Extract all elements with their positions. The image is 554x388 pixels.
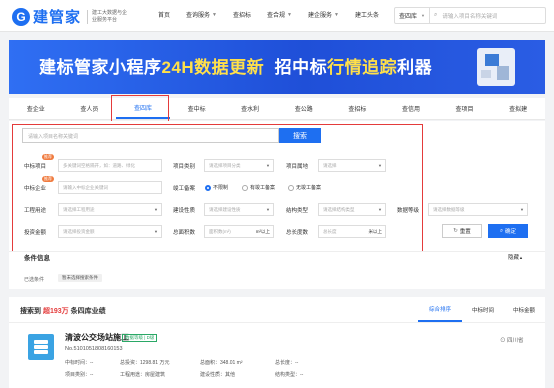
reset-button[interactable]: ↻ 重置 bbox=[442, 224, 482, 238]
confirm-button-label: 确定 bbox=[505, 229, 517, 235]
reset-button-label: 重置 bbox=[459, 229, 471, 235]
nav-headlines[interactable]: 建工头条 bbox=[347, 10, 387, 19]
tab-winning-bid[interactable]: 查中标 bbox=[170, 98, 224, 119]
banner-headline: 建标管家小程序24H数据更新 招中标行情追踪利器 bbox=[39, 53, 432, 78]
chevron-down-icon: ▼ bbox=[212, 11, 217, 18]
sort-bid-time[interactable]: 中标时间 bbox=[462, 298, 504, 322]
hide-conditions-toggle[interactable]: 隐藏▲ bbox=[508, 253, 523, 261]
tab-proposed[interactable]: 查拟建 bbox=[491, 98, 545, 119]
nav-tender[interactable]: 查招标 bbox=[225, 10, 259, 19]
result-investment: 总投资：1298.81 万元 bbox=[120, 360, 170, 366]
banner-text-1: 建标管家小程序 bbox=[39, 58, 162, 77]
result-length: 总长度：-- bbox=[275, 360, 299, 366]
condition-title: 条件信息 bbox=[24, 255, 50, 262]
logo[interactable]: G 建管家 建工大数据与企业服务平台 bbox=[12, 6, 127, 27]
result-number: No.5101051808160153 bbox=[65, 346, 123, 352]
nav-enterprise-service[interactable]: 建企服务 ▼ bbox=[300, 10, 347, 20]
tab-project[interactable]: 查项目 bbox=[438, 98, 492, 119]
logo-text: 建管家 bbox=[33, 9, 82, 26]
result-nature: 建设性质：其他 bbox=[200, 372, 236, 378]
results-number: 超193万 bbox=[42, 308, 69, 315]
data-level-badge: 数据等级 | D级 bbox=[122, 334, 158, 342]
selected-conditions-label: 已选条件 bbox=[24, 277, 45, 283]
tab-personnel[interactable]: 查人员 bbox=[63, 98, 117, 119]
top-search-box[interactable]: 查四库 ▼ ⌕ 请输入项目名称关键词 bbox=[394, 7, 546, 24]
top-navigation-bar: G 建管家 建工大数据与企业服务平台 首页 查询服务 ▼ 查招标 查合规 ▼ 建企服… bbox=[0, 0, 554, 32]
chevron-down-icon: ▼ bbox=[287, 11, 292, 18]
chevron-down-icon: ▼ bbox=[333, 11, 339, 18]
top-search-input[interactable]: 请输入项目名称关键词 bbox=[437, 12, 497, 20]
annotation-highlight-filters bbox=[12, 124, 423, 254]
chevron-down-icon: ▼ bbox=[520, 207, 524, 212]
chevron-down-icon: ▼ bbox=[421, 13, 425, 18]
banner-text-2: 24H数据更新 bbox=[161, 58, 265, 77]
tab-enterprise[interactable]: 查企业 bbox=[9, 98, 63, 119]
sort-bid-amount[interactable]: 中标金额 bbox=[504, 298, 544, 322]
results-prefix: 搜索到 bbox=[20, 308, 41, 315]
result-category: 项目类别：-- bbox=[65, 372, 94, 378]
search-icon: ⌕ bbox=[499, 227, 504, 234]
category-tabs: 查企业 查人员 查四库 查中标 查水利 查公路 查招标 查信用 查项目 查拟建 bbox=[9, 98, 545, 120]
results-suffix: 条四库业绩 bbox=[70, 308, 106, 315]
tab-tender[interactable]: 查招标 bbox=[331, 98, 385, 119]
banner-text-4: 行情追踪 bbox=[327, 58, 398, 77]
nav-compliance[interactable]: 查合规 ▼ bbox=[259, 10, 300, 20]
search-scope-label: 查四库 bbox=[399, 14, 418, 20]
nav-tender-label: 查招标 bbox=[232, 13, 251, 19]
logo-tagline: 建工大数据与企业服务平台 bbox=[87, 9, 127, 24]
banner-text-3: 招中标 bbox=[274, 58, 328, 77]
annotation-highlight-tab bbox=[111, 95, 169, 122]
tab-highway[interactable]: 查公路 bbox=[277, 98, 331, 119]
nav-query-service[interactable]: 查询服务 ▼ bbox=[178, 10, 225, 20]
results-count: 搜索到 超193万 条四库业绩 bbox=[20, 306, 106, 316]
confirm-button[interactable]: ⌕ 确定 bbox=[488, 224, 528, 238]
hide-label: 隐藏 bbox=[508, 255, 520, 261]
search-icon: ⌕ bbox=[433, 12, 438, 18]
main-nav: 首页 查询服务 ▼ 查招标 查合规 ▼ 建企服务 ▼ 建工头条 bbox=[150, 10, 387, 20]
selected-conditions-tag: 暂未选择搜索条件 bbox=[58, 274, 102, 282]
sort-comprehensive[interactable]: 综合排序 bbox=[418, 298, 462, 322]
refresh-icon: ↻ bbox=[453, 228, 458, 234]
layers-icon bbox=[28, 334, 54, 360]
result-title[interactable]: 清波公交场站施工 bbox=[65, 332, 129, 343]
condition-section bbox=[9, 251, 545, 289]
banner-text-5: 利器 bbox=[397, 58, 433, 77]
chevron-up-icon: ▲ bbox=[519, 255, 523, 260]
result-bid-time: 中标时间：-- bbox=[65, 360, 94, 366]
result-use: 工程用途：房屋建筑 bbox=[120, 372, 166, 378]
result-area: 总面积：348.01 m² bbox=[200, 360, 243, 366]
nav-headlines-label: 建工头条 bbox=[354, 13, 379, 19]
tab-water-conservancy[interactable]: 查水利 bbox=[223, 98, 277, 119]
nav-query-service-label: 查询服务 bbox=[186, 13, 211, 19]
result-location: ⊙ 四川省 bbox=[500, 336, 524, 344]
data-level-select[interactable]: 请选择数据等级 ▼ bbox=[428, 203, 528, 216]
location-pin-icon: ⊙ bbox=[500, 338, 506, 344]
tab-credit[interactable]: 查信用 bbox=[384, 98, 438, 119]
result-location-label: 四川省 bbox=[507, 338, 524, 344]
nav-home-label: 首页 bbox=[158, 13, 171, 19]
promo-banner[interactable]: 建标管家小程序24H数据更新 招中标行情追踪利器 bbox=[9, 40, 545, 94]
nav-enterprise-service-label: 建企服务 bbox=[307, 13, 332, 19]
nav-home[interactable]: 首页 bbox=[150, 10, 178, 19]
result-structure: 结构类型：-- bbox=[275, 372, 304, 378]
logo-mark: G bbox=[12, 7, 30, 26]
nav-compliance-label: 查合规 bbox=[267, 13, 286, 19]
qr-code-image bbox=[477, 48, 515, 86]
search-scope-select[interactable]: 查四库 ▼ bbox=[395, 8, 430, 23]
data-level-placeholder: 请选择数据等级 bbox=[433, 206, 465, 212]
